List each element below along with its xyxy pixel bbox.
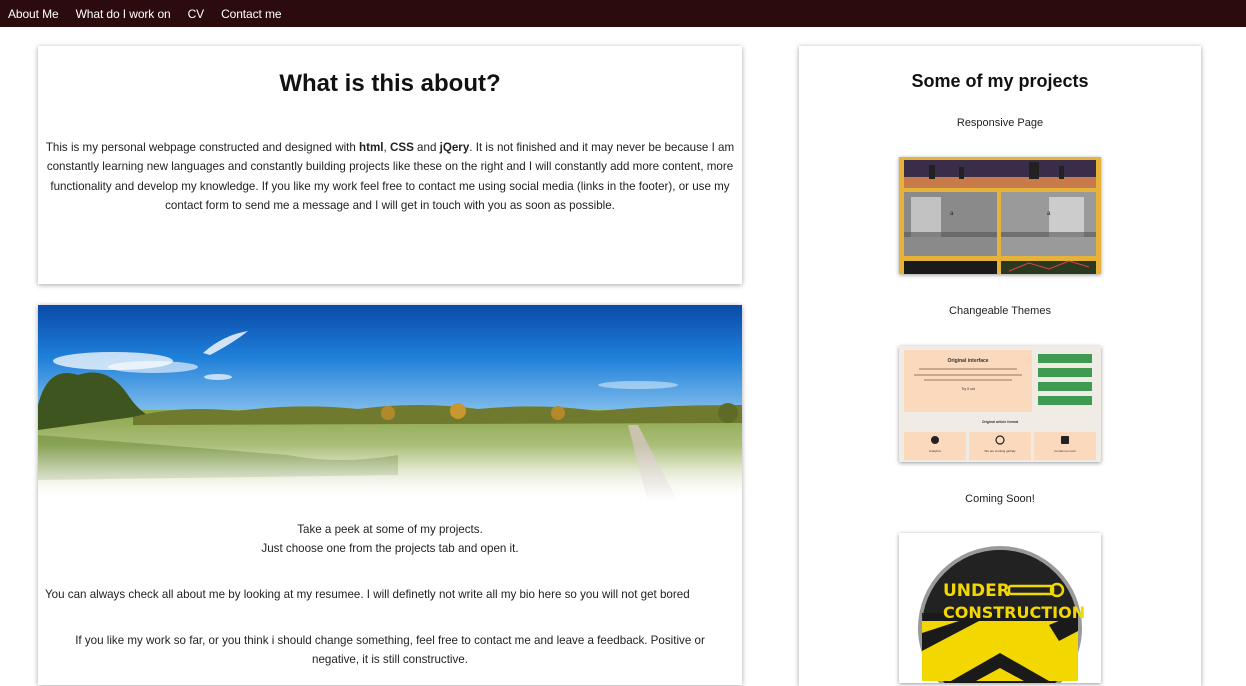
intro-card: Take a peek at some of my projects. Just… — [38, 305, 742, 685]
about-text: This is my personal webpage constructed … — [44, 138, 736, 216]
theme-thumb-col2: We are working globaly — [984, 449, 1016, 453]
about-card: What is this about? This is my personal … — [38, 46, 742, 284]
project-label-responsive: Responsive Page — [956, 117, 1044, 129]
resume-text: You can always check all about me by loo… — [45, 588, 690, 601]
top-nav: About Me What do I work on CV Contact me — [0, 0, 1246, 27]
theme-thumb-heading: Original interface — [947, 358, 988, 364]
about-text-sep2: and — [413, 140, 440, 154]
peek-text-line2: Just choose one from the projects tab an… — [261, 542, 519, 555]
theme-thumb-col1: Analytics — [929, 449, 942, 453]
about-title: What is this about? — [279, 70, 501, 97]
theme-thumb-section-title: Original article format — [982, 420, 1019, 424]
feedback-text-line2: negative, it is still constructive. — [312, 653, 468, 666]
about-text-css: CSS — [389, 140, 414, 154]
theme-thumb-col3: Contact us now! — [1054, 449, 1076, 453]
changeable-themes-thumbnail[interactable]: Original interface Try it out Original a… — [899, 346, 1101, 462]
projects-title: Some of my projects — [911, 71, 1089, 91]
about-text-jquery: jQery — [439, 140, 470, 154]
feedback-text-line1: If you like my work so far, or you think… — [75, 634, 705, 647]
about-text-html: html — [359, 140, 384, 154]
under-construction-thumbnail[interactable]: UNDER CONSTRUCTION — [899, 533, 1101, 683]
responsive-page-thumbnail[interactable]: a a — [899, 157, 1101, 274]
nav-contact-me[interactable]: Contact me — [221, 7, 281, 21]
construction-text-construction: CONSTRUCTION — [943, 603, 1085, 622]
nav-about-me[interactable]: About Me — [8, 7, 59, 21]
project-label-coming-soon: Coming Soon! — [965, 493, 1035, 505]
nav-cv[interactable]: CV — [188, 7, 205, 21]
park-banner-image — [38, 305, 742, 502]
theme-thumb-try-button: Try it out — [961, 387, 975, 391]
projects-card: Some of my projects Responsive Page a a … — [799, 46, 1201, 686]
peek-text-line1: Take a peek at some of my projects. — [297, 523, 483, 536]
nav-what-do-i-work-on[interactable]: What do I work on — [76, 7, 171, 21]
about-text-intro: This is my personal webpage constructed … — [45, 140, 360, 154]
project-label-themes: Changeable Themes — [949, 305, 1051, 317]
construction-text-under: UNDER — [943, 581, 1010, 601]
